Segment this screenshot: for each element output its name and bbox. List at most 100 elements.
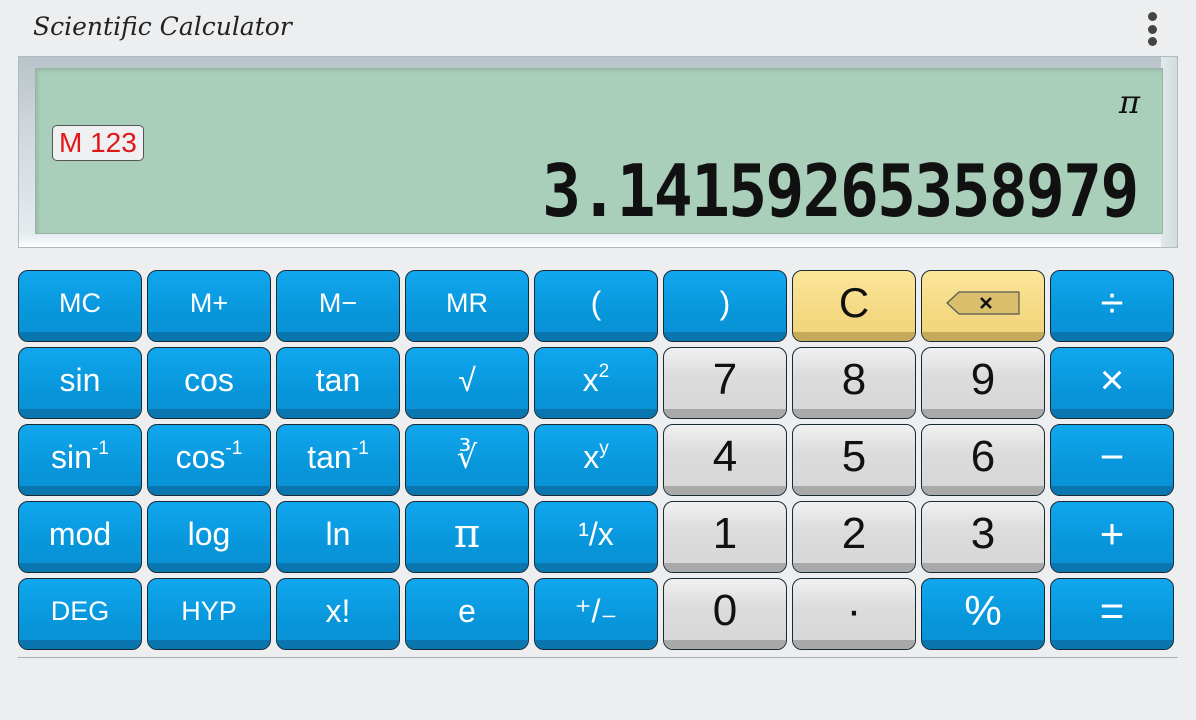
multiply-button[interactable]: × — [1050, 347, 1174, 419]
digit-7-label: 7 — [712, 355, 738, 404]
open-paren-label: ( — [590, 285, 602, 321]
expression-readout: π — [1118, 83, 1140, 121]
negate-button[interactable]: ⁺/₋ — [534, 578, 658, 650]
log-label: log — [187, 516, 231, 552]
more-vert-icon-dot — [1147, 37, 1157, 46]
power-label: xy — [583, 438, 609, 475]
square-label: x2 — [582, 361, 610, 398]
sqrt-button[interactable]: √ — [405, 347, 529, 419]
asin-superscript: -1 — [91, 438, 109, 460]
mod-label: mod — [48, 516, 112, 552]
m-plus-button[interactable]: M+ — [147, 270, 271, 342]
display-frame: M 123 π 3.14159265358979 — [18, 56, 1178, 248]
mr-label: MR — [446, 287, 488, 318]
divide-button[interactable]: ÷ — [1050, 270, 1174, 342]
asin-button[interactable]: sin-1 — [18, 424, 142, 496]
digit-3-button[interactable]: 3 — [921, 501, 1045, 573]
digit-6-button[interactable]: 6 — [921, 424, 1045, 496]
backspace-button[interactable] — [921, 270, 1045, 342]
percent-label: % — [964, 587, 1002, 634]
cbrt-button[interactable]: ∛ — [405, 424, 529, 496]
digit-9-button[interactable]: 9 — [921, 347, 1045, 419]
cos-label: cos — [184, 362, 234, 398]
equals-label: = — [1099, 587, 1125, 634]
digit-4-label: 4 — [712, 432, 738, 481]
tan-label: tan — [315, 362, 361, 398]
keypad: MC M+ M− MR () C ÷ sin cos tan √ x2 7 8 9 × sin-1 cos-1 ta… — [18, 270, 1174, 650]
acos-label: cos-1 — [175, 438, 243, 475]
lcd-display: M 123 π 3.14159265358979 — [35, 68, 1163, 234]
sin-button[interactable]: sin — [18, 347, 142, 419]
clear-label: C — [838, 279, 870, 326]
digit-7-button[interactable]: 7 — [663, 347, 787, 419]
multiply-label: × — [1099, 356, 1125, 403]
clear-button[interactable]: C — [792, 270, 916, 342]
deg-button[interactable]: DEG — [18, 578, 142, 650]
digit-8-label: 8 — [841, 355, 867, 404]
mr-button[interactable]: MR — [405, 270, 529, 342]
acos-superscript: -1 — [225, 438, 243, 460]
app-title: Scientific Calculator — [33, 12, 292, 41]
atan-superscript: -1 — [351, 438, 369, 460]
percent-button[interactable]: % — [921, 578, 1045, 650]
tan-button[interactable]: tan — [276, 347, 400, 419]
digit-6-label: 6 — [970, 432, 996, 481]
cos-button[interactable]: cos — [147, 347, 271, 419]
backspace-icon — [946, 291, 1020, 315]
divide-label: ÷ — [1100, 279, 1124, 326]
hyp-button[interactable]: HYP — [147, 578, 271, 650]
mod-button[interactable]: mod — [18, 501, 142, 573]
sqrt-label: √ — [458, 362, 476, 398]
pi-label: π — [453, 511, 481, 557]
log-button[interactable]: log — [147, 501, 271, 573]
equals-button[interactable]: = — [1050, 578, 1174, 650]
reciprocal-label: ¹/x — [578, 516, 614, 552]
power-button[interactable]: xy — [534, 424, 658, 496]
subtract-button[interactable]: − — [1050, 424, 1174, 496]
digit-0-label: 0 — [712, 586, 738, 635]
ln-label: ln — [325, 516, 351, 552]
acos-button[interactable]: cos-1 — [147, 424, 271, 496]
digit-2-button[interactable]: 2 — [792, 501, 916, 573]
sin-label: sin — [59, 362, 101, 398]
hyp-label: HYP — [181, 595, 237, 626]
digit-3-label: 3 — [970, 509, 996, 558]
square-button[interactable]: x2 — [534, 347, 658, 419]
decimal-button[interactable]: · — [792, 578, 916, 650]
negate-label: ⁺/₋ — [574, 593, 618, 629]
factorial-button[interactable]: x! — [276, 578, 400, 650]
digit-8-button[interactable]: 8 — [792, 347, 916, 419]
digit-4-button[interactable]: 4 — [663, 424, 787, 496]
mc-label: MC — [59, 287, 101, 318]
close-paren-label: ) — [719, 285, 731, 321]
digit-9-label: 9 — [970, 355, 996, 404]
atan-button[interactable]: tan-1 — [276, 424, 400, 496]
digit-1-label: 1 — [712, 509, 738, 558]
more-options-button[interactable] — [1140, 10, 1164, 48]
cbrt-label: ∛ — [456, 439, 478, 475]
result-readout: 3.14159265358979 — [542, 149, 1140, 233]
add-button[interactable]: + — [1050, 501, 1174, 573]
ln-button[interactable]: ln — [276, 501, 400, 573]
bottom-divider — [18, 657, 1178, 658]
digit-5-label: 5 — [841, 432, 867, 481]
decimal-label: · — [846, 586, 862, 635]
digit-5-button[interactable]: 5 — [792, 424, 916, 496]
factorial-label: x! — [325, 593, 351, 629]
atan-label: tan-1 — [307, 438, 369, 475]
m-minus-button[interactable]: M− — [276, 270, 400, 342]
reciprocal-button[interactable]: ¹/x — [534, 501, 658, 573]
digit-1-button[interactable]: 1 — [663, 501, 787, 573]
more-vert-icon — [1147, 12, 1157, 21]
pi-button[interactable]: π — [405, 501, 529, 573]
m-minus-label: M− — [318, 287, 358, 318]
mc-button[interactable]: MC — [18, 270, 142, 342]
digit-0-button[interactable]: 0 — [663, 578, 787, 650]
euler-label: e — [458, 593, 476, 629]
add-label: + — [1099, 510, 1125, 557]
open-paren-button[interactable]: ( — [534, 270, 658, 342]
euler-button[interactable]: e — [405, 578, 529, 650]
square-superscript: 2 — [598, 361, 610, 383]
close-paren-button[interactable]: ) — [663, 270, 787, 342]
memory-badge: M 123 — [52, 125, 144, 161]
